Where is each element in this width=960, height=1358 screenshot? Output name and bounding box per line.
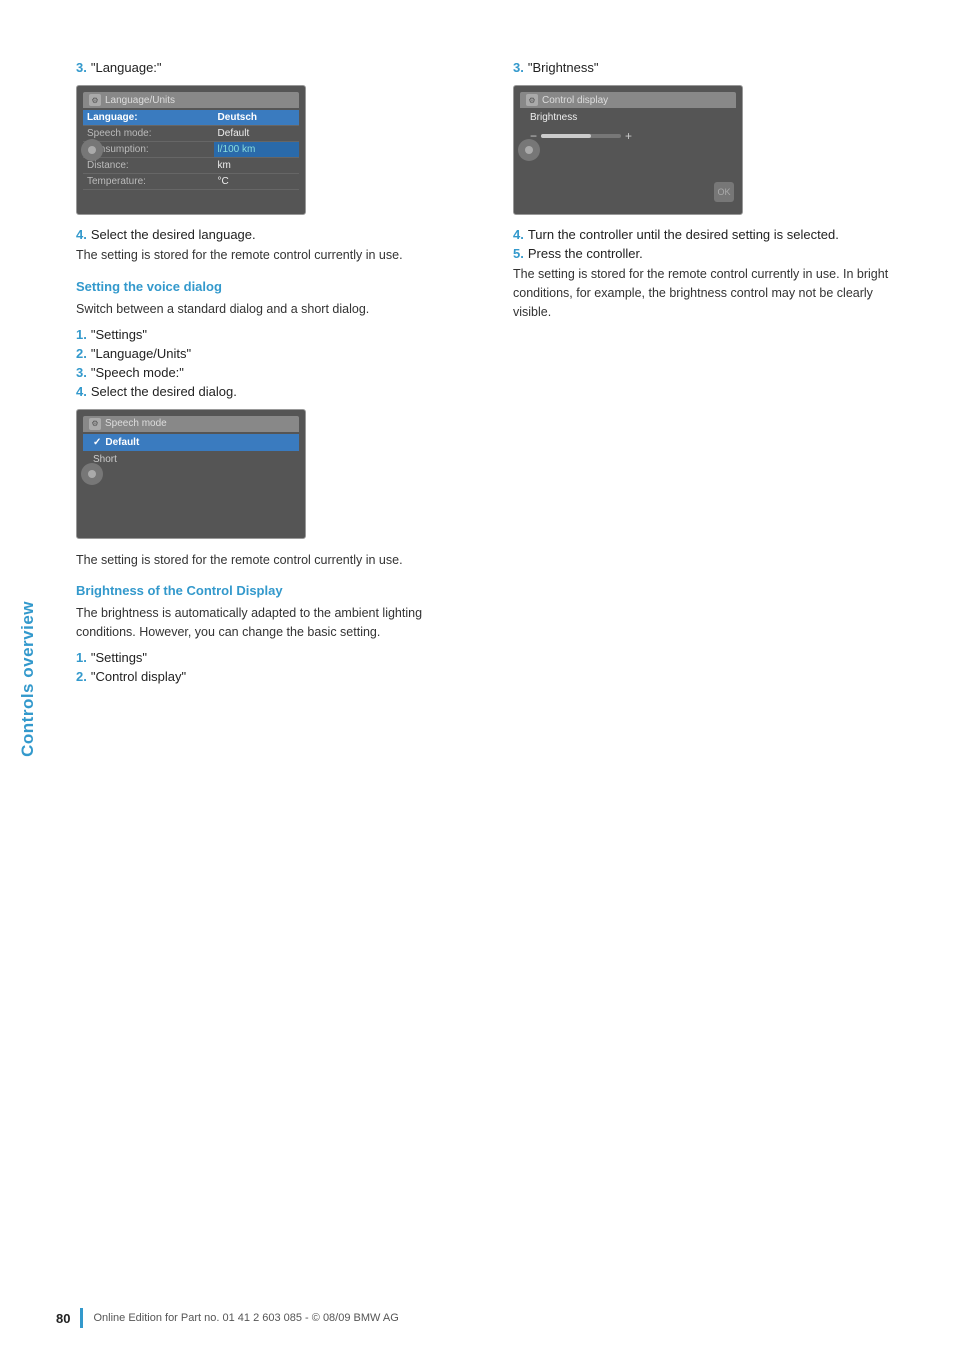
brightness-plus: +: [625, 129, 632, 143]
brightness-step1-text: "Settings": [91, 650, 147, 665]
voice-step2-text: "Language/Units": [91, 346, 191, 361]
section-voice-heading: Setting the voice dialog: [76, 279, 473, 294]
brightness-step2: 2. "Control display": [76, 669, 473, 684]
table-row: Language: Deutsch: [83, 110, 299, 126]
voice-step3-text: "Speech mode:": [91, 365, 184, 380]
section-brightness-body: The brightness is automatically adapted …: [76, 604, 473, 642]
table-row: Distance: km: [83, 158, 299, 174]
right-step3-text: "Brightness": [528, 60, 599, 75]
language-table: Language: Deutsch Speech mode: Default C…: [83, 110, 299, 190]
body-text-2: The setting is stored for the remote con…: [76, 551, 473, 570]
brightness-step2-num: 2.: [76, 669, 87, 684]
footer-text: Online Edition for Part no. 01 41 2 603 …: [93, 1312, 398, 1324]
brightness-step1: 1. "Settings": [76, 650, 473, 665]
voice-step1-num: 1.: [76, 327, 87, 342]
two-col-layout: 3. "Language:" ⚙ Language/Units Language…: [76, 60, 910, 688]
right-step4-num: 4.: [513, 227, 524, 242]
bar-track: [541, 134, 621, 138]
right-body-text: The setting is stored for the remote con…: [513, 265, 910, 321]
table-cell: °C: [214, 174, 299, 190]
voice-step4-text: Select the desired dialog.: [91, 384, 237, 399]
brightness-step1-num: 1.: [76, 650, 87, 665]
voice-step3-num: 3.: [76, 365, 87, 380]
right-step3-num: 3.: [513, 60, 524, 75]
bar-fill: [541, 134, 591, 138]
body-text-1: The setting is stored for the remote con…: [76, 246, 473, 265]
menu-item-default: ✓ Default: [83, 434, 299, 451]
right-step4-text: Turn the controller until the desired se…: [528, 227, 839, 242]
speech-settings-icon: ⚙: [89, 418, 101, 430]
ui-left-nav-control: [518, 139, 540, 161]
check-icon: ✓: [93, 437, 101, 448]
table-row: Consumption: l/100 km: [83, 142, 299, 158]
voice-step4: 4. Select the desired dialog.: [76, 384, 473, 399]
ui-titlebar-language: ⚙ Language/Units: [83, 92, 299, 108]
ui-left-nav-speech: [81, 463, 103, 485]
control-right-icon: OK: [714, 182, 734, 202]
step4-num: 4.: [76, 227, 87, 242]
ui-titlebar-control: ⚙ Control display: [520, 92, 736, 108]
language-units-screenshot: ⚙ Language/Units Language: Deutsch Speec…: [76, 85, 306, 215]
control-settings-icon: ⚙: [526, 94, 538, 106]
table-row: Temperature: °C: [83, 174, 299, 190]
speech-menu: ✓ Default Short: [83, 434, 299, 468]
col-left: 3. "Language:" ⚙ Language/Units Language…: [76, 60, 473, 688]
step4-line: 4. Select the desired language.: [76, 227, 473, 242]
table-cell: Temperature:: [83, 174, 214, 190]
step3-num: 3.: [76, 60, 87, 75]
ui-title-control: Control display: [542, 95, 608, 106]
section-brightness-heading: Brightness of the Control Display: [76, 583, 473, 598]
table-row: Speech mode: Default: [83, 126, 299, 142]
col-right: 3. "Brightness" ⚙ Control display Bright…: [513, 60, 910, 688]
table-cell: Deutsch: [214, 110, 299, 126]
brightness-label: Brightness: [530, 112, 577, 123]
right-step5-text: Press the controller.: [528, 246, 643, 261]
brightness-bar: − +: [530, 129, 632, 143]
menu-item-label-default: Default: [105, 437, 139, 448]
page-footer: 80 Online Edition for Part no. 01 41 2 6…: [56, 1308, 960, 1328]
right-step5-num: 5.: [513, 246, 524, 261]
step3-language: 3. "Language:": [76, 60, 473, 75]
ui-titlebar-speech: ⚙ Speech mode: [83, 416, 299, 432]
voice-step2-num: 2.: [76, 346, 87, 361]
ui-title-speech: Speech mode: [105, 418, 167, 429]
table-cell: Default: [214, 126, 299, 142]
main-content: 3. "Language:" ⚙ Language/Units Language…: [56, 0, 960, 1358]
sidebar-label: Controls overview: [0, 0, 56, 1358]
page-container: Controls overview 3. "Language:" ⚙ Langu…: [0, 0, 960, 1358]
voice-step1: 1. "Settings": [76, 327, 473, 342]
ui-title-language: Language/Units: [105, 95, 175, 106]
voice-step2: 2. "Language/Units": [76, 346, 473, 361]
brightness-control: Brightness − +: [520, 108, 736, 147]
table-cell: Speech mode:: [83, 126, 214, 142]
menu-item-short: Short: [83, 451, 299, 468]
voice-step4-num: 4.: [76, 384, 87, 399]
step4-text: Select the desired language.: [91, 227, 256, 242]
section-voice-body: Switch between a standard dialog and a s…: [76, 300, 473, 319]
voice-step1-text: "Settings": [91, 327, 147, 342]
table-cell: Distance:: [83, 158, 214, 174]
sidebar-label-text: Controls overview: [18, 601, 38, 757]
voice-step3: 3. "Speech mode:": [76, 365, 473, 380]
page-number: 80: [56, 1311, 70, 1326]
right-step4: 4. Turn the controller until the desired…: [513, 227, 910, 242]
control-display-screenshot: ⚙ Control display Brightness − +: [513, 85, 743, 215]
table-cell: Language:: [83, 110, 214, 126]
settings-icon: ⚙: [89, 94, 101, 106]
right-step3: 3. "Brightness": [513, 60, 910, 75]
table-cell: l/100 km: [214, 142, 299, 158]
footer-divider: [80, 1308, 83, 1328]
ui-left-nav-language: [81, 139, 103, 161]
speech-mode-screenshot: ⚙ Speech mode ✓ Default Short: [76, 409, 306, 539]
brightness-step2-text: "Control display": [91, 669, 186, 684]
table-cell: km: [214, 158, 299, 174]
step3-text: "Language:": [91, 60, 162, 75]
right-step5: 5. Press the controller.: [513, 246, 910, 261]
